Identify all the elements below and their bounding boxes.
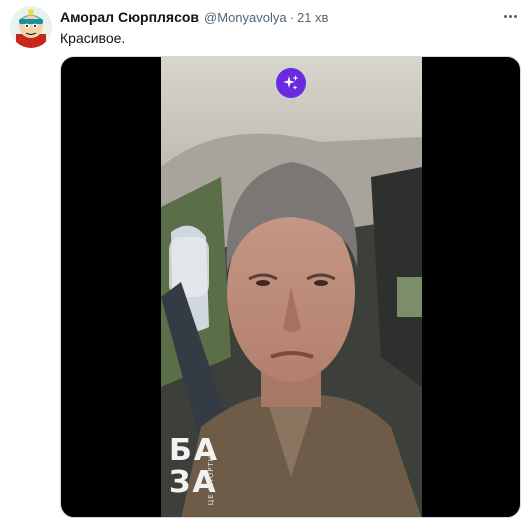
more-options-icon[interactable] bbox=[500, 8, 520, 24]
avatar[interactable] bbox=[10, 6, 52, 48]
tweet-timestamp[interactable]: 21 хв bbox=[297, 10, 328, 25]
tweet: Аморал Сюрплясов @Monyavolya · 21 хв Кра… bbox=[0, 0, 528, 528]
watermark-subtext: ЦЕ KHOPTH bbox=[207, 455, 215, 506]
avatar-image bbox=[10, 6, 52, 48]
tweet-video[interactable]: БА ЗА ЦЕ KHOPTH bbox=[60, 56, 521, 518]
sparkle-glyph bbox=[283, 75, 299, 90]
tweet-header: Аморал Сюрплясов @Monyavolya · 21 хв bbox=[60, 9, 328, 27]
video-frame: БА ЗА ЦЕ KHOPTH bbox=[161, 57, 422, 517]
sparkle-icon[interactable] bbox=[276, 68, 306, 98]
tweet-text: Красивое. bbox=[60, 30, 126, 46]
author-name[interactable]: Аморал Сюрплясов bbox=[60, 9, 199, 25]
separator-dot: · bbox=[289, 10, 294, 25]
author-handle[interactable]: @Monyavolya bbox=[204, 10, 287, 25]
